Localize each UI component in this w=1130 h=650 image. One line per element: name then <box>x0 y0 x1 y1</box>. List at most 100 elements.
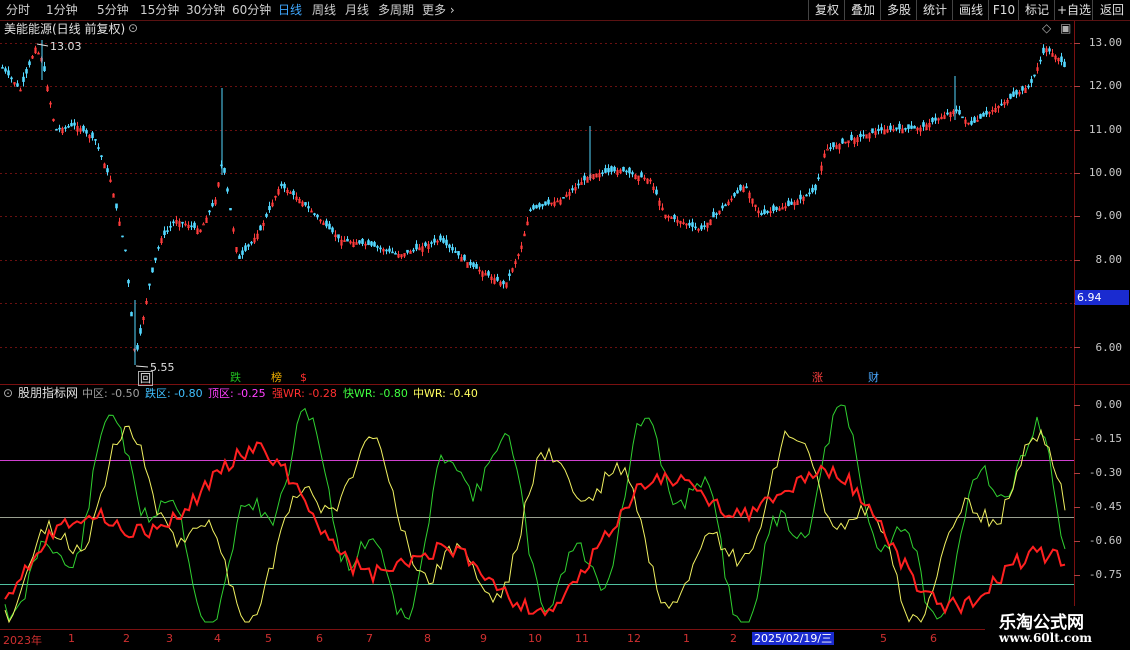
candle-body <box>328 223 331 230</box>
candle-body <box>673 214 676 220</box>
chart-canvas[interactable] <box>0 0 1130 650</box>
candle-body <box>454 251 457 253</box>
fast-wr-line <box>4 404 1066 623</box>
low-marker <box>135 365 149 368</box>
candle-body <box>544 201 547 206</box>
candle-body <box>787 200 790 206</box>
title-menu-icon[interactable]: ⊙ <box>128 22 138 35</box>
month-label: 4 <box>214 632 221 645</box>
candle-body <box>880 127 883 131</box>
candle-body <box>148 283 151 286</box>
event-tag-rank[interactable]: 榜 <box>271 371 282 384</box>
candle-body <box>127 280 130 284</box>
candle-body <box>700 225 703 230</box>
candle-body <box>154 257 157 261</box>
event-tag-finance[interactable]: 财 <box>868 371 879 384</box>
candle-body <box>244 245 247 251</box>
month-label: 5 <box>265 632 272 645</box>
candle-body <box>640 172 643 178</box>
candle-body <box>22 76 25 82</box>
candle-body <box>97 147 100 149</box>
candle-body <box>55 128 58 131</box>
cursor-date-label: 2025/02/19/三 <box>752 632 835 645</box>
candle-body <box>376 246 379 248</box>
event-tag-dollar[interactable]: $ <box>300 371 307 384</box>
candle-body <box>28 61 31 66</box>
candle-body <box>250 241 253 244</box>
panel-toggle-icon[interactable]: ▣ <box>1060 22 1071 35</box>
event-tag-return[interactable]: 回 <box>138 371 153 386</box>
candle-body <box>688 222 691 226</box>
price-axis-label: 11.00 <box>1088 123 1122 136</box>
candle-body <box>982 112 985 117</box>
candle-body <box>82 125 85 132</box>
candle-body <box>979 114 982 119</box>
candle-body <box>799 194 802 200</box>
watermark-title: 乐淘公式网 <box>999 613 1084 633</box>
month-label: 11 <box>575 632 589 645</box>
candle-body <box>331 227 334 233</box>
event-tag-drop[interactable]: 跌 <box>230 371 241 384</box>
month-label: 6 <box>930 632 937 645</box>
candle-body <box>538 203 541 208</box>
candle-body <box>139 328 142 334</box>
candle-body <box>388 248 391 252</box>
candle-body <box>775 206 778 210</box>
param-top-zone: 顶区: -0.25 <box>208 387 266 400</box>
candle-body <box>283 183 286 189</box>
indicator-menu-icon[interactable]: ⊙ <box>3 387 13 400</box>
candle-body <box>304 202 307 206</box>
param-mid-zone: 中区: -0.50 <box>82 387 140 400</box>
candle-body <box>931 117 934 123</box>
candle-body <box>1027 85 1030 88</box>
candle-body <box>445 239 448 246</box>
diamond-icon[interactable]: ◇ <box>1042 22 1051 35</box>
candle-body <box>1042 47 1045 54</box>
candle-body <box>766 210 769 213</box>
candle-body <box>631 172 634 175</box>
candle-body <box>463 254 466 261</box>
event-tag-rise[interactable]: 涨 <box>812 371 823 384</box>
candle-body <box>268 206 271 211</box>
month-label: 1 <box>68 632 75 645</box>
candle-body <box>394 252 397 255</box>
candle-body <box>1030 79 1033 83</box>
candle-body <box>628 167 631 174</box>
candle-body <box>934 117 937 121</box>
candle-body <box>370 241 373 246</box>
month-label: 12 <box>627 632 641 645</box>
candle-body <box>472 262 475 268</box>
candle-body <box>100 155 103 157</box>
indicator-axis-label: -0.15 <box>1088 432 1122 445</box>
candle-body <box>502 281 505 285</box>
candle-body <box>181 221 184 224</box>
year-label: 2023年 <box>3 634 42 647</box>
candle-body <box>970 120 973 125</box>
candle-body <box>535 205 538 209</box>
candle-body <box>583 175 586 181</box>
candle-body <box>211 203 214 207</box>
candle-body <box>439 235 442 241</box>
candle-body <box>157 247 160 249</box>
candle-body <box>1039 59 1042 62</box>
candle-body <box>457 251 460 256</box>
candle-body <box>115 203 118 209</box>
candle-body <box>358 240 361 244</box>
candle-body <box>121 235 124 238</box>
candle-body <box>430 242 433 244</box>
candle-body <box>655 189 658 195</box>
candle-body <box>280 183 283 187</box>
candle-body <box>406 249 409 253</box>
candle-body <box>229 208 232 211</box>
mid-wr-line <box>4 425 1066 624</box>
candle-body <box>898 123 901 130</box>
candle-body <box>739 184 742 191</box>
indicator-name[interactable]: 股朋指标网 <box>18 387 78 400</box>
price-axis-label: 13.00 <box>1088 36 1122 49</box>
candle-body <box>238 255 241 259</box>
stock-title: 美能能源(日线 前复权) <box>4 22 126 36</box>
candle-body <box>1048 48 1051 52</box>
candle-body <box>862 134 865 137</box>
candle-body <box>487 271 490 276</box>
low-price-label: 5.55 <box>150 361 175 374</box>
